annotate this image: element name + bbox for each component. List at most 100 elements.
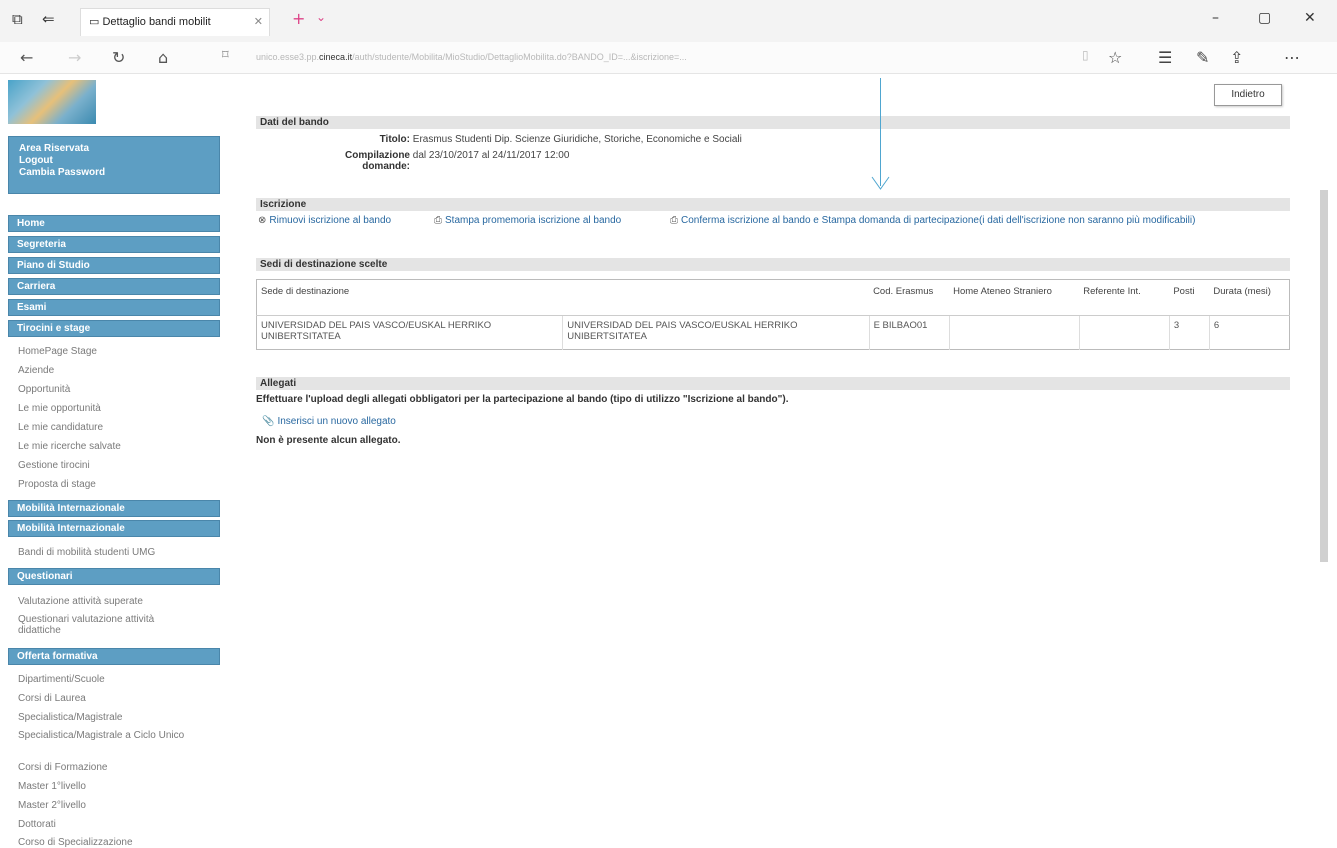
link-corsi-formazione[interactable]: Corsi di Formazione: [18, 762, 107, 773]
allegati-instructions: Effettuare l'upload degli allegati obbli…: [256, 394, 789, 405]
col-durata: Durata (mesi): [1209, 279, 1290, 316]
col-cod-erasmus: Cod. Erasmus: [869, 279, 950, 316]
tab-actions-icon[interactable]: ⧉: [12, 10, 23, 28]
col-referente: Referente Int.: [1079, 279, 1170, 316]
favorite-star-icon[interactable]: ☆: [1108, 48, 1122, 67]
web-note-icon[interactable]: ✎: [1196, 48, 1209, 67]
menu-esami[interactable]: Esami: [8, 299, 220, 316]
link-gestione-tirocini[interactable]: Gestione tirocini: [18, 460, 90, 471]
link-ricerche-salvate[interactable]: Le mie ricerche salvate: [18, 441, 121, 452]
cell-posti: 3: [1169, 315, 1210, 350]
more-icon[interactable]: ⋯: [1284, 48, 1300, 67]
insert-allegato-label: Inserisci un nuovo allegato: [277, 416, 396, 427]
page-scrollbar[interactable]: [1320, 190, 1328, 562]
share-icon[interactable]: ⇪: [1230, 48, 1243, 67]
cell-durata: 6: [1213, 320, 1220, 331]
menu-mobilita-1[interactable]: Mobilità Internazionale: [8, 500, 220, 517]
link-master-1[interactable]: Master 1°livello: [18, 781, 86, 792]
tab-dropdown-icon[interactable]: ⌄: [316, 10, 326, 24]
table-row: UNIVERSIDAD DEL PAIS VASCO/EUSKAL HERRIK…: [256, 315, 1290, 350]
menu-piano-di-studio[interactable]: Piano di Studio: [8, 257, 220, 274]
refresh-icon[interactable]: ↻: [112, 48, 125, 67]
link-mie-opportunita[interactable]: Le mie opportunità: [18, 403, 101, 414]
remove-icon: ⊗: [258, 215, 267, 226]
menu-carriera[interactable]: Carriera: [8, 278, 220, 295]
url-field[interactable]: unico.esse3.pp.cineca.it/auth/studente/M…: [256, 52, 687, 62]
url-domain: cineca.it: [319, 52, 353, 62]
user-area-box: Area Riservata Logout Cambia Password: [8, 136, 220, 194]
col-posti: Posti: [1169, 279, 1210, 316]
link-ciclo-unico[interactable]: Specialistica/Magistrale a Ciclo Unico: [18, 730, 188, 741]
attachment-icon: 📎: [262, 416, 275, 427]
menu-tirocini[interactable]: Tirocini e stage: [8, 320, 220, 337]
remove-iscrizione-link[interactable]: ⊗ Rimuovi iscrizione al bando: [258, 215, 418, 226]
allegati-header: Allegati: [256, 377, 1290, 390]
table-header-row: Sede di destinazione Cod. Erasmus Home A…: [256, 279, 1290, 316]
maximize-icon[interactable]: ▢: [1258, 10, 1271, 26]
annotation-arrow-line: [880, 78, 881, 186]
menu-mobilita-2[interactable]: Mobilità Internazionale: [8, 520, 220, 537]
titolo-value: Erasmus Studenti Dip. Scienze Giuridiche…: [412, 134, 742, 145]
page-icon: ▭: [89, 16, 100, 28]
tab-title: Dettaglio bandi mobilit: [102, 16, 211, 28]
home-icon[interactable]: ⌂: [158, 48, 168, 67]
compilazione-row: Compilazione domande: dal 23/10/2017 al …: [300, 150, 569, 172]
close-window-icon[interactable]: ✕: [1304, 10, 1316, 26]
link-specialistica[interactable]: Specialistica/Magistrale: [18, 712, 123, 723]
link-aziende[interactable]: Aziende: [18, 365, 54, 376]
dati-bando-header: Dati del bando: [256, 116, 1290, 129]
university-logo: [8, 80, 96, 124]
link-opportunita[interactable]: Opportunità: [18, 384, 70, 395]
link-mie-candidature[interactable]: Le mie candidature: [18, 422, 103, 433]
sedi-header: Sedi di destinazione scelte: [256, 258, 1290, 271]
insert-allegato-link[interactable]: 📎 Inserisci un nuovo allegato: [262, 416, 396, 427]
url-prefix: unico.esse3.pp.: [256, 52, 320, 62]
back-button[interactable]: Indietro: [1214, 84, 1282, 106]
remove-iscrizione-label: Rimuovi iscrizione al bando: [269, 215, 392, 226]
favorites-hub-icon[interactable]: ☰: [1158, 48, 1172, 67]
menu-segreteria[interactable]: Segreteria: [8, 236, 220, 253]
link-bandi-mobilita[interactable]: Bandi di mobilità studenti UMG: [18, 547, 155, 558]
iscrizione-header: Iscrizione: [256, 198, 1290, 211]
link-homepage-stage[interactable]: HomePage Stage: [18, 346, 97, 357]
compilazione-value: dal 23/10/2017 al 24/11/2017 12:00: [412, 150, 570, 161]
no-attachments-text: Non è presente alcun allegato.: [256, 435, 401, 446]
print-promemoria-link[interactable]: ⎙ Stampa promemoria iscrizione al bando: [434, 215, 666, 226]
cell-cod-erasmus: E BILBAO01: [869, 315, 950, 350]
link-master-2[interactable]: Master 2°livello: [18, 800, 86, 811]
link-valutazione-attivita[interactable]: Valutazione attività superate: [18, 596, 143, 607]
link-specializzazione[interactable]: Corso di Specializzazione: [18, 837, 133, 848]
confirm-iscrizione-label: Conferma iscrizione al bando e Stampa do…: [681, 215, 1196, 226]
link-dipartimenti[interactable]: Dipartimenti/Scuole: [18, 674, 105, 685]
link-dottorati[interactable]: Dottorati: [18, 819, 56, 830]
browser-tab[interactable]: ▭ Dettaglio bandi mobilit ✕: [80, 8, 270, 36]
cell-sede: UNIVERSIDAD DEL PAIS VASCO/EUSKAL HERRIK…: [256, 315, 564, 350]
link-questionari-didattica[interactable]: Questionari valutazione attività didatti…: [18, 614, 178, 636]
forward-icon[interactable]: →: [68, 48, 81, 67]
col-home-ateneo: Home Ateneo Straniero: [949, 279, 1080, 316]
col-sede: Sede di destinazione: [256, 279, 563, 316]
menu-questionari[interactable]: Questionari: [8, 568, 220, 585]
logout-link[interactable]: Logout: [19, 155, 209, 167]
menu-home[interactable]: Home: [8, 215, 220, 232]
link-proposta-stage[interactable]: Proposta di stage: [18, 479, 96, 490]
close-tab-icon[interactable]: ✕: [254, 15, 263, 28]
back-icon[interactable]: ←: [20, 48, 33, 67]
address-bar-row: ← → ↻ ⌂ ⌑ unico.esse3.pp.cineca.it/auth/…: [0, 42, 1337, 74]
minimize-icon[interactable]: –: [1212, 10, 1219, 26]
new-tab-icon[interactable]: +: [292, 9, 305, 28]
titolo-label: Titolo:: [379, 134, 410, 145]
reading-view-icon[interactable]: ▯: [1082, 48, 1089, 62]
menu-offerta-formativa[interactable]: Offerta formativa: [8, 648, 220, 665]
confirm-iscrizione-link[interactable]: ⎙ Conferma iscrizione al bando e Stampa d…: [670, 215, 1270, 226]
cell-referente: [1079, 315, 1170, 350]
link-corsi-laurea[interactable]: Corsi di Laurea: [18, 693, 86, 704]
cell-sede-2: UNIVERSIDAD DEL PAIS VASCO/EUSKAL HERRIK…: [562, 315, 870, 350]
annotation-arrow-icon: [871, 176, 890, 190]
change-password-link[interactable]: Cambia Password: [19, 167, 209, 179]
url-suffix: /auth/studente/Mobilita/MioStudio/Dettag…: [352, 52, 687, 62]
area-riservata-link[interactable]: Area Riservata: [19, 143, 209, 155]
titolo-row: Titolo: Erasmus Studenti Dip. Scienze Gi…: [300, 134, 742, 145]
tabs-aside-icon[interactable]: ⇐: [42, 10, 55, 28]
col-sede-2: [562, 279, 870, 316]
